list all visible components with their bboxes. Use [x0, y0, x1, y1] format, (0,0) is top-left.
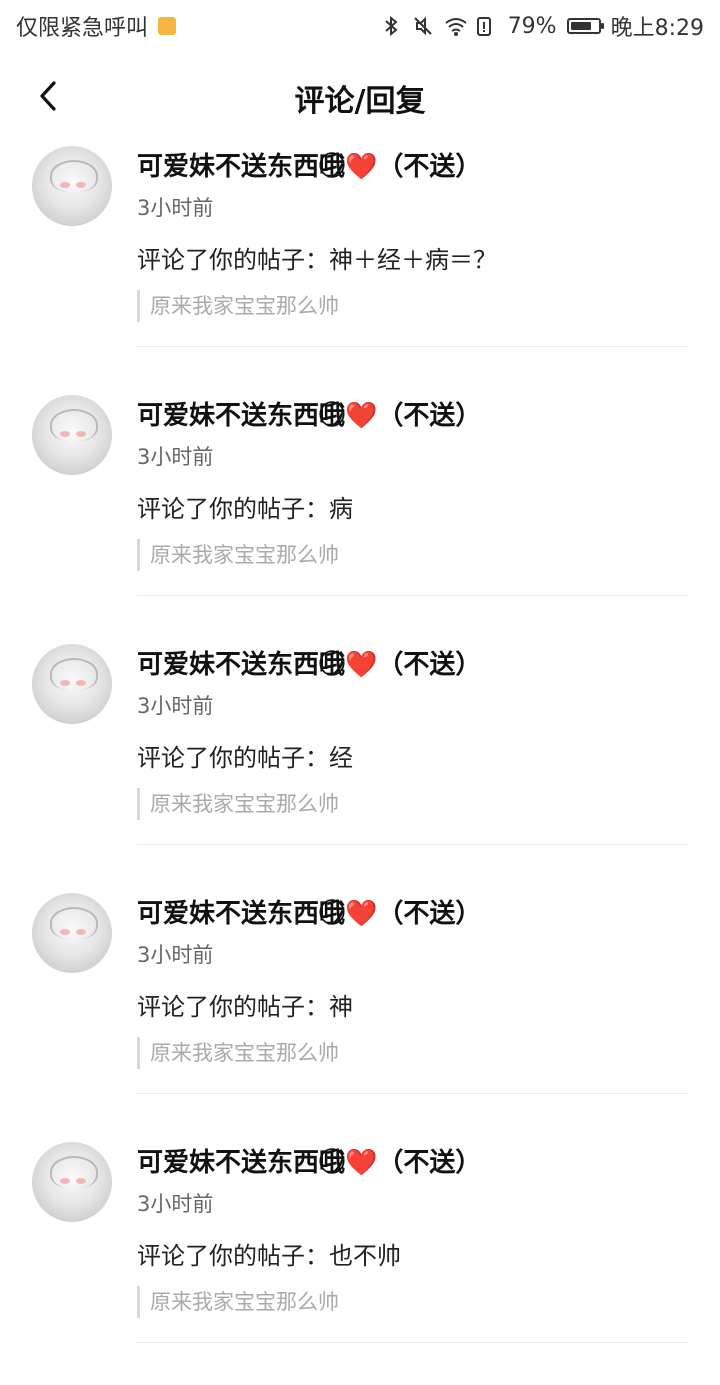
comment-text[interactable]: 评论了你的帖子：神＋经＋病＝？ — [137, 240, 497, 275]
top-bar: 评论/回复 — [0, 62, 720, 132]
avatar[interactable] — [32, 1142, 112, 1222]
mute-icon — [412, 15, 434, 37]
battery-level — [570, 22, 592, 30]
divider — [137, 1342, 688, 1343]
timestamp: 3小时前 — [137, 943, 214, 967]
divider — [137, 595, 688, 596]
list-item[interactable]: 可爱妹不送东西哦⃝❤️（不送） 3小时前 评论了你的帖子：神＋经＋病＝？ 原来我… — [0, 140, 720, 389]
avatar[interactable] — [32, 146, 112, 226]
comment-text[interactable]: 评论了你的帖子：神 — [137, 987, 353, 1022]
avatar[interactable] — [32, 644, 112, 724]
avatar[interactable] — [32, 893, 112, 973]
clock: 晚上8:29 — [610, 16, 704, 41]
status-left: 仅限紧急呼叫 — [16, 10, 177, 42]
quoted-post[interactable]: 原来我家宝宝那么帅 — [137, 1286, 339, 1318]
quoted-post[interactable]: 原来我家宝宝那么帅 — [137, 290, 339, 322]
timestamp: 3小时前 — [137, 1192, 214, 1216]
battery-alert-icon — [476, 15, 498, 37]
username[interactable]: 可爱妹不送东西哦⃝❤️（不送） — [137, 1142, 481, 1179]
timestamp: 3小时前 — [137, 196, 214, 220]
divider — [137, 844, 688, 845]
quoted-post[interactable]: 原来我家宝宝那么帅 — [137, 1037, 339, 1069]
divider — [137, 1093, 688, 1094]
battery-percent: 79% — [507, 13, 557, 39]
divider — [137, 346, 688, 347]
status-right: 79% 晚上8:29 — [380, 10, 704, 42]
quoted-post[interactable]: 原来我家宝宝那么帅 — [137, 539, 339, 571]
list-item[interactable]: 可爱妹不送东西哦⃝❤️（不送） 3小时前 评论了你的帖子：神 原来我家宝宝那么帅 — [0, 887, 720, 1136]
battery-icon — [566, 18, 604, 34]
carrier-text: 仅限紧急呼叫 — [16, 16, 149, 41]
comment-list: 可爱妹不送东西哦⃝❤️（不送） 3小时前 评论了你的帖子：神＋经＋病＝？ 原来我… — [0, 140, 720, 1385]
timestamp: 3小时前 — [137, 445, 214, 469]
list-item[interactable]: 可爱妹不送东西哦⃝❤️（不送） 3小时前 评论了你的帖子：也不帅 原来我家宝宝那… — [0, 1136, 720, 1385]
username[interactable]: 可爱妹不送东西哦⃝❤️（不送） — [137, 146, 481, 183]
timestamp: 3小时前 — [137, 694, 214, 718]
username[interactable]: 可爱妹不送东西哦⃝❤️（不送） — [137, 893, 481, 930]
quoted-post[interactable]: 原来我家宝宝那么帅 — [137, 788, 339, 820]
list-item[interactable]: 可爱妹不送东西哦⃝❤️（不送） 3小时前 评论了你的帖子：经 原来我家宝宝那么帅 — [0, 638, 720, 887]
comment-text[interactable]: 评论了你的帖子：也不帅 — [137, 1236, 401, 1271]
avatar[interactable] — [32, 395, 112, 475]
wifi-icon — [444, 15, 467, 37]
username[interactable]: 可爱妹不送东西哦⃝❤️（不送） — [137, 644, 481, 681]
comment-text[interactable]: 评论了你的帖子：经 — [137, 738, 353, 773]
notification-icon — [158, 17, 177, 35]
status-bar: 仅限紧急呼叫 79% 晚上8:29 — [0, 0, 720, 50]
list-item[interactable]: 可爱妹不送东西哦⃝❤️（不送） 3小时前 评论了你的帖子：病 原来我家宝宝那么帅 — [0, 389, 720, 638]
username[interactable]: 可爱妹不送东西哦⃝❤️（不送） — [137, 395, 481, 432]
comment-text[interactable]: 评论了你的帖子：病 — [137, 489, 353, 524]
bluetooth-icon — [380, 15, 402, 37]
page-title: 评论/回复 — [294, 84, 426, 119]
